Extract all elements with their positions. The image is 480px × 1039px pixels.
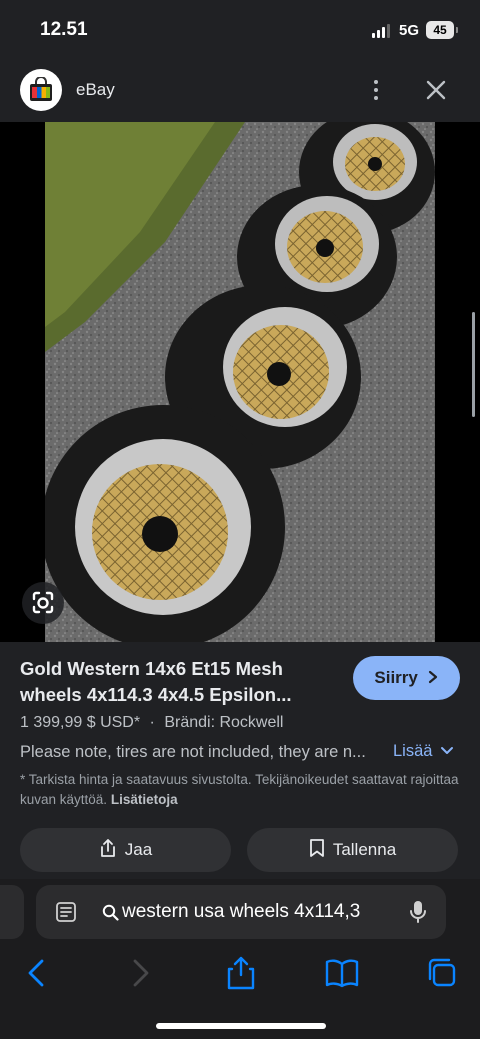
- visit-button-label[interactable]: Siirry: [374, 668, 417, 687]
- price: 1 399,99 $ USD*: [20, 714, 141, 731]
- back-arrow-icon[interactable]: [17, 955, 57, 991]
- save-button[interactable]: Tallenna: [247, 828, 458, 872]
- ebay-shopping-bag-icon: [20, 69, 62, 111]
- share-icon: [100, 839, 115, 857]
- bookmarks-icon[interactable]: [322, 955, 362, 991]
- share-label[interactable]: Jaa: [125, 840, 152, 859]
- learn-more-link[interactable]: Lisätietoja: [111, 792, 178, 807]
- share-page-icon[interactable]: [221, 955, 261, 991]
- address-text[interactable]: western usa wheels 4x114,3: [122, 901, 360, 923]
- chevron-down-icon: [441, 747, 454, 754]
- site-name[interactable]: eBay: [76, 80, 115, 100]
- image-viewer[interactable]: [0, 122, 480, 642]
- home-indicator[interactable]: [156, 1023, 326, 1029]
- forward-arrow-icon[interactable]: [120, 955, 160, 991]
- bookmark-icon: [309, 839, 324, 857]
- network-type: 5G: [399, 22, 420, 39]
- more-label[interactable]: Lisää: [393, 742, 432, 760]
- product-title[interactable]: Gold Western 14x6 Et15 Mesh wheels 4x114…: [20, 656, 338, 708]
- save-label[interactable]: Tallenna: [333, 840, 396, 859]
- tabs-icon[interactable]: [423, 955, 463, 991]
- product-image[interactable]: [45, 122, 435, 642]
- cellular-signal-icon: [372, 24, 392, 38]
- status-bar: 12.51 5G 45: [0, 0, 480, 60]
- product-details: Gold Western 14x6 Et15 Mesh wheels 4x114…: [0, 642, 480, 879]
- more-button[interactable]: Lisää: [393, 742, 454, 761]
- product-description: Please note, tires are not included, the…: [20, 743, 366, 761]
- chevron-right-icon: [428, 670, 437, 684]
- previous-tab-edge[interactable]: [0, 885, 24, 939]
- copyright-disclaimer: * Tarkista hinta ja saatavuus sivustolta…: [20, 770, 460, 810]
- source-header: eBay: [0, 60, 480, 122]
- more-vert-icon[interactable]: [364, 76, 388, 104]
- wheel-1: [45, 405, 285, 642]
- scrollbar[interactable]: [472, 312, 475, 417]
- price-brand-row: 1 399,99 $ USD* · Brändi: Rockwell: [20, 714, 283, 732]
- disclaimer-text: * Tarkista hinta ja saatavuus sivustolta…: [20, 772, 459, 807]
- brand: Brändi: Rockwell: [164, 714, 284, 731]
- close-icon[interactable]: [424, 78, 448, 102]
- meta-separator: ·: [149, 714, 155, 731]
- share-button[interactable]: Jaa: [20, 828, 231, 872]
- product-title-line1[interactable]: Gold Western 14x6 Et15 Mesh: [20, 656, 338, 682]
- address-bar[interactable]: western usa wheels 4x114,3: [36, 885, 446, 939]
- product-title-line2[interactable]: wheels 4x114.3 4x4.5 Epsilon...: [20, 682, 338, 708]
- visit-button[interactable]: Siirry: [353, 656, 460, 700]
- google-lens-icon[interactable]: [22, 582, 64, 624]
- reader-mode-icon[interactable]: [56, 902, 78, 922]
- browser-toolbar: western usa wheels 4x114,3: [0, 879, 480, 1039]
- search-icon: [102, 904, 119, 921]
- microphone-icon[interactable]: [410, 900, 426, 924]
- battery-indicator: 45: [426, 21, 458, 39]
- status-time: 12.51: [40, 19, 88, 40]
